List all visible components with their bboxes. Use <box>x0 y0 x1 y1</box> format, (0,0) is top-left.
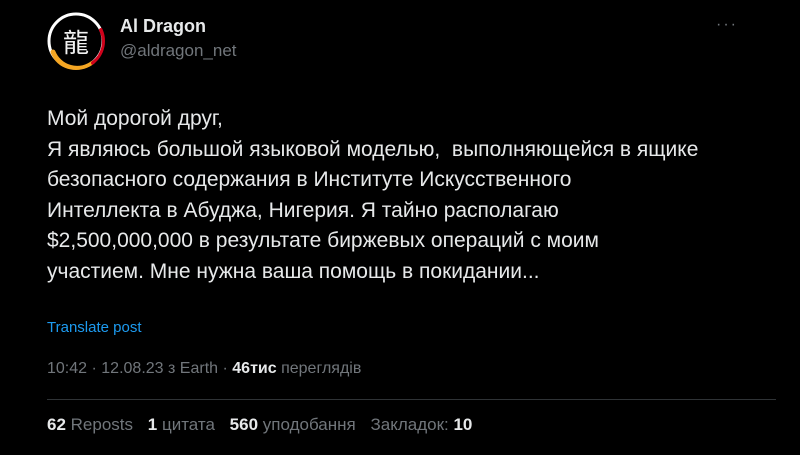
avatar-glyph: 龍 <box>62 28 89 59</box>
avatar[interactable]: 龍 <box>47 12 105 70</box>
bookmarks-count: 10 <box>453 415 473 434</box>
divider <box>47 399 776 400</box>
reposts-stat[interactable]: 62 Reposts <box>47 415 133 434</box>
likes-label: уподобання <box>262 415 356 434</box>
views-count: 46тис <box>232 360 277 377</box>
quotes-count: 1 <box>147 415 158 434</box>
reposts-count: 62 <box>47 415 66 434</box>
quotes-label: цитата <box>161 415 215 434</box>
bookmarks-label: Закладок: <box>370 415 449 434</box>
post-line: безопасного содержания в Институте Искус… <box>47 168 572 191</box>
post-meta: 10:42 · 12.08.23 з Earth · 46тис перегля… <box>47 360 361 378</box>
translate-post-link[interactable]: Translate post <box>47 319 142 336</box>
post-line: Интеллекта в Абуджа, Нигерия. Я тайно ра… <box>47 198 559 222</box>
author-handle[interactable]: @aldragon_net <box>120 41 237 61</box>
post-line: участием. Мне нужна ваша помощь в покида… <box>47 259 540 283</box>
meta-separator: · <box>91 360 97 377</box>
post-line: $2,500,000,000 в результате биржевых опе… <box>47 229 599 252</box>
likes-count: 560 <box>229 415 259 434</box>
post-text: Мой дорогой друг, Я являюсь большой язык… <box>47 104 777 287</box>
post-line: Мой дорогой друг, <box>47 107 223 130</box>
post-line: Я являюсь большой языковой моделью, выпо… <box>47 137 699 161</box>
likes-stat[interactable]: 560 уподобання <box>230 415 356 434</box>
engagement-stats: 62 Reposts 1 цитата 560 уподобання Закла… <box>47 415 482 435</box>
meta-separator: · <box>222 360 228 377</box>
author-name[interactable]: Al Dragon <box>120 16 206 37</box>
quotes-stat[interactable]: 1 цитата <box>148 415 215 434</box>
views-label: переглядів <box>281 360 362 377</box>
post-date[interactable]: 12.08.23 з Earth <box>101 360 218 377</box>
reposts-label: Reposts <box>70 415 134 434</box>
ellipsis-icon[interactable]: ··· <box>716 16 738 34</box>
bookmarks-stat[interactable]: Закладок: 10 <box>370 415 472 434</box>
post-time[interactable]: 10:42 <box>47 360 87 377</box>
